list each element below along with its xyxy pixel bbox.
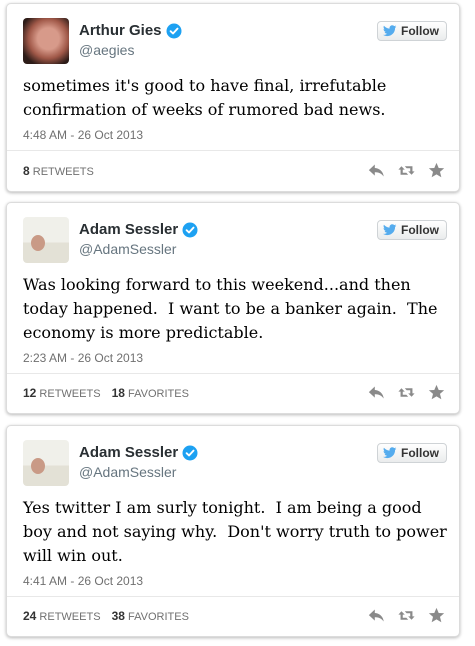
retweets-label: RETWEETS — [39, 388, 101, 400]
retweets-stat[interactable]: 24 RETWEETS — [23, 609, 101, 623]
tweet-footer: 24 RETWEETS 38 FAVORITES — [23, 596, 445, 636]
retweets-count: 12 — [23, 386, 37, 400]
tweet-header: Arthur Gies @aegies Follow — [23, 18, 447, 66]
follow-label: Follow — [401, 446, 439, 460]
star-icon[interactable] — [428, 384, 445, 401]
display-name[interactable]: Arthur Gies — [79, 22, 162, 39]
tweet-stats: 8 RETWEETS — [23, 164, 102, 178]
tweet-actions — [368, 384, 445, 401]
tweet-footer: 12 RETWEETS 18 FAVORITES — [23, 373, 445, 413]
tweet-actions — [368, 162, 445, 179]
follow-button[interactable]: Follow — [377, 21, 447, 41]
tweet-header: Adam Sessler @AdamSessler Follow — [23, 440, 447, 488]
timestamp[interactable]: 2:23 AM - 26 Oct 2013 — [23, 351, 143, 365]
follow-label: Follow — [401, 24, 439, 38]
retweets-stat[interactable]: 8 RETWEETS — [23, 164, 94, 178]
tweet-card: Adam Sessler @AdamSessler Follow Was loo… — [6, 202, 460, 414]
reply-icon[interactable] — [368, 384, 385, 401]
favorites-count: 18 — [111, 386, 125, 400]
display-name[interactable]: Adam Sessler — [79, 221, 178, 238]
verified-badge-icon — [182, 445, 198, 461]
reply-icon[interactable] — [368, 162, 385, 179]
follow-label: Follow — [401, 223, 439, 237]
follow-button[interactable]: Follow — [377, 220, 447, 240]
retweet-icon[interactable] — [398, 384, 415, 401]
retweet-icon[interactable] — [398, 162, 415, 179]
favorites-label: FAVORITES — [128, 611, 189, 623]
tweet-text: sometimes it's good to have final, irref… — [23, 76, 387, 119]
verified-badge-icon — [182, 222, 198, 238]
twitter-bird-icon — [383, 25, 397, 37]
timestamp[interactable]: 4:41 AM - 26 Oct 2013 — [23, 574, 143, 588]
favorites-count: 38 — [111, 609, 125, 623]
author-names: Adam Sessler @AdamSessler — [79, 221, 198, 257]
avatar[interactable] — [23, 18, 69, 64]
twitter-bird-icon — [383, 224, 397, 236]
star-icon[interactable] — [428, 607, 445, 624]
tweet-header: Adam Sessler @AdamSessler Follow — [23, 217, 447, 265]
tweet-actions — [368, 607, 445, 624]
reply-icon[interactable] — [368, 607, 385, 624]
author-names: Adam Sessler @AdamSessler — [79, 444, 198, 480]
tweet-stats: 12 RETWEETS 18 FAVORITES — [23, 386, 197, 400]
retweets-label: RETWEETS — [32, 166, 94, 178]
retweets-count: 8 — [23, 164, 30, 178]
avatar[interactable] — [23, 217, 69, 263]
favorites-stat[interactable]: 18 FAVORITES — [111, 386, 189, 400]
follow-button[interactable]: Follow — [377, 443, 447, 463]
tweet-footer: 8 RETWEETS — [23, 151, 445, 191]
tweet-text: Yes twitter I am surly tonight. I am bei… — [23, 498, 447, 565]
avatar[interactable] — [23, 440, 69, 486]
verified-badge-icon — [166, 23, 182, 39]
timestamp[interactable]: 4:48 AM - 26 Oct 2013 — [23, 128, 143, 142]
tweet-stats: 24 RETWEETS 38 FAVORITES — [23, 609, 197, 623]
tweet-card: Arthur Gies @aegies Follow sometimes it'… — [6, 3, 460, 192]
display-name[interactable]: Adam Sessler — [79, 444, 178, 461]
favorites-label: FAVORITES — [128, 388, 189, 400]
star-icon[interactable] — [428, 162, 445, 179]
twitter-bird-icon — [383, 447, 397, 459]
retweets-count: 24 — [23, 609, 37, 623]
screen-name[interactable]: @AdamSessler — [79, 464, 198, 480]
retweets-stat[interactable]: 12 RETWEETS — [23, 386, 101, 400]
screen-name[interactable]: @AdamSessler — [79, 241, 198, 257]
tweet-card: Adam Sessler @AdamSessler Follow Yes twi… — [6, 425, 460, 637]
favorites-stat[interactable]: 38 FAVORITES — [111, 609, 189, 623]
retweet-icon[interactable] — [398, 607, 415, 624]
screen-name[interactable]: @aegies — [79, 42, 182, 58]
retweets-label: RETWEETS — [39, 611, 101, 623]
author-names: Arthur Gies @aegies — [79, 22, 182, 58]
tweet-text: Was looking forward to this weekend...an… — [23, 275, 438, 342]
